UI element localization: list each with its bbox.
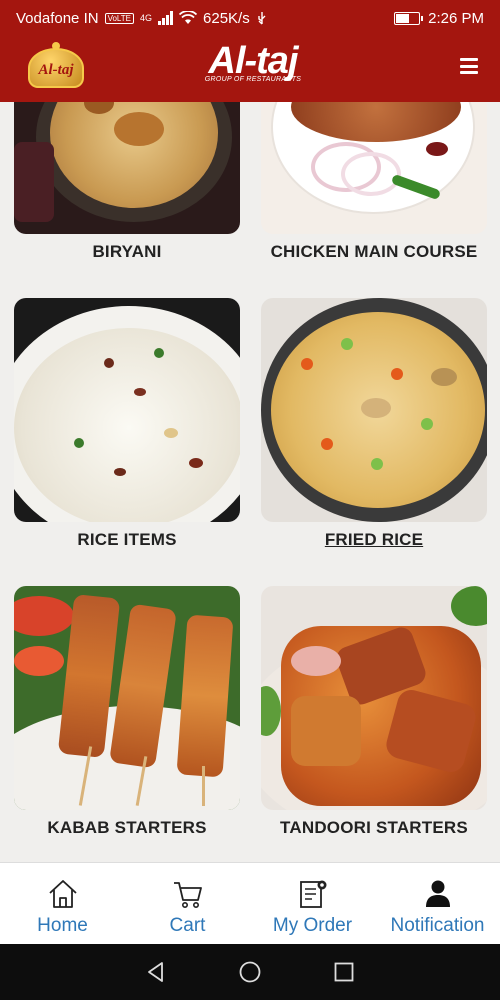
category-label: BIRYANI <box>92 242 162 261</box>
nav-notification[interactable]: Notification <box>375 863 500 944</box>
category-label: FRIED RICE <box>324 530 424 549</box>
category-card-tandoori-starters[interactable]: TANDOORI STARTERS <box>261 586 487 837</box>
biryani-image <box>14 102 240 234</box>
network-type: 4G <box>140 13 153 23</box>
category-card-rice-items[interactable]: RICE ITEMS <box>14 298 240 549</box>
app-header: Al-taj Al-taj GROUP OF RESTAURANTS <box>0 36 500 102</box>
system-navigation-bar <box>0 944 500 1000</box>
category-label: KABAB STARTERS <box>47 818 207 837</box>
status-bar: Vodafone IN VoLTE 4G 625K/s 2:26 PM <box>0 0 500 36</box>
wifi-icon <box>179 11 198 24</box>
category-card-biryani[interactable]: BIRYANI <box>14 102 240 261</box>
battery-icon <box>394 11 424 25</box>
nav-home[interactable]: Home <box>0 863 125 944</box>
nav-my-order-label: My Order <box>272 915 353 936</box>
signal-icon <box>158 11 174 25</box>
category-card-fried-rice[interactable]: FRIED RICE <box>261 298 487 549</box>
network-speed: 625K/s <box>203 9 250 27</box>
kabab-starters-image <box>14 586 240 810</box>
back-icon[interactable] <box>144 960 168 984</box>
category-card-kabab-starters[interactable]: KABAB STARTERS <box>14 586 240 837</box>
restaurant-logo-badge[interactable]: Al-taj <box>22 42 90 94</box>
nav-notification-label: Notification <box>390 915 485 936</box>
brand-logo: Al-taj GROUP OF RESTAURANTS <box>188 40 318 83</box>
home-circle-icon[interactable] <box>238 960 262 984</box>
nav-my-order[interactable]: My Order <box>250 863 375 944</box>
nav-cart-label: Cart <box>169 915 206 936</box>
order-list-icon <box>299 880 326 908</box>
carrier-name: Vodafone IN <box>16 9 99 27</box>
usb-icon <box>258 12 266 25</box>
nav-cart[interactable]: Cart <box>125 863 250 944</box>
category-label: RICE ITEMS <box>77 530 177 549</box>
cart-icon <box>173 882 202 908</box>
category-label: CHICKEN MAIN COURSE <box>270 242 478 261</box>
category-grid: BIRYANI CHICKEN MAIN COURSE RICE ITEMS F… <box>0 102 500 862</box>
fried-rice-image <box>261 298 487 522</box>
rice-items-image <box>14 298 240 522</box>
bottom-navigation: Home Cart My Order Notification <box>0 862 500 944</box>
clock: 2:26 PM <box>428 9 484 27</box>
user-icon <box>425 880 450 907</box>
recents-icon[interactable] <box>332 960 356 984</box>
nav-home-label: Home <box>37 915 88 936</box>
category-card-chicken-main-course[interactable]: CHICKEN MAIN COURSE <box>261 102 487 261</box>
chicken-main-course-image <box>261 102 487 234</box>
volte-icon: VoLTE <box>104 12 134 24</box>
hamburger-menu-icon[interactable] <box>460 58 478 74</box>
home-icon <box>48 880 77 908</box>
tandoori-starters-image <box>261 586 487 810</box>
category-label: TANDOORI STARTERS <box>280 818 468 837</box>
brand-tagline: GROUP OF RESTAURANTS <box>204 76 302 83</box>
